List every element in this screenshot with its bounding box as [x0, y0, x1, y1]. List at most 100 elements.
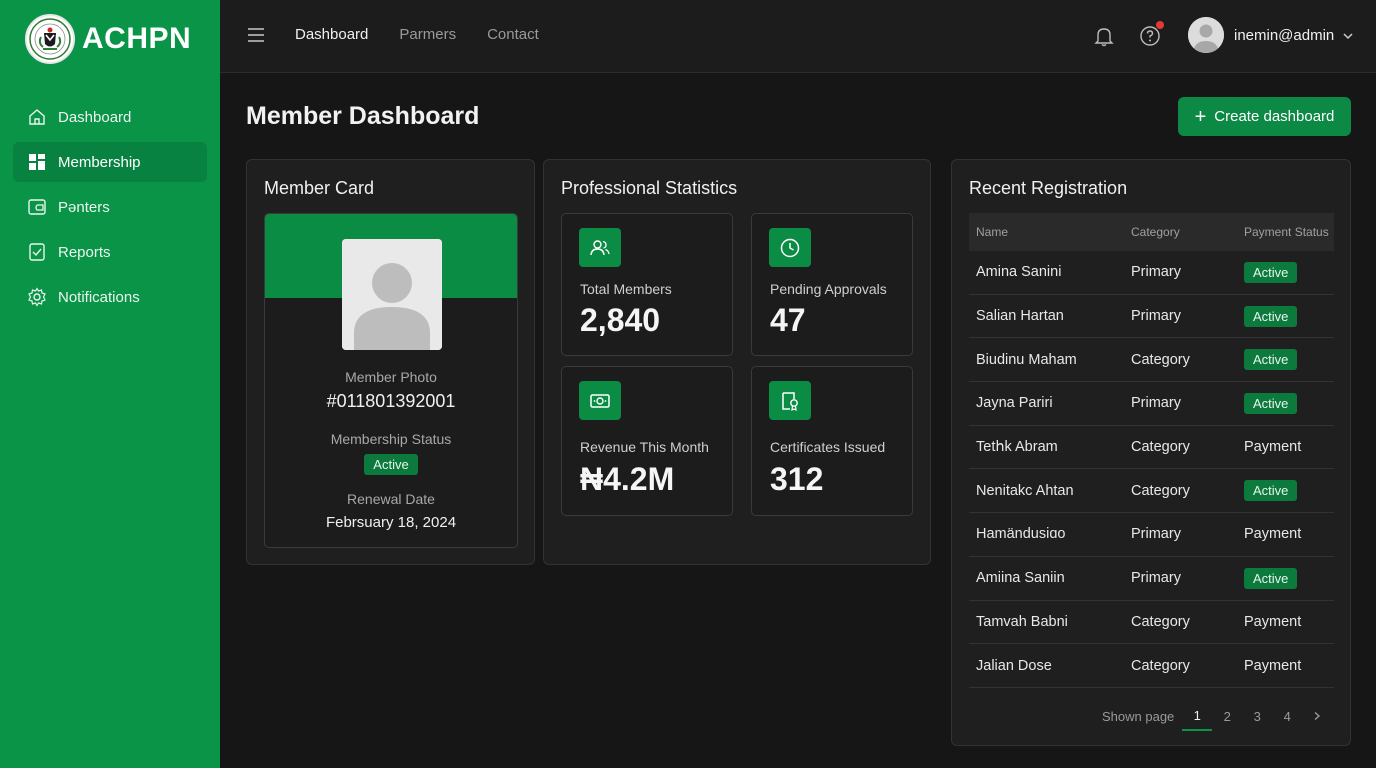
sidebar-item-label: Pənters: [58, 198, 110, 216]
table-row[interactable]: Jalian Dose Category Payment: [969, 644, 1334, 688]
statistics-title: Professional Statistics: [561, 178, 738, 198]
cell-name: Hamändusiɑo: [976, 526, 1066, 543]
menu-icon[interactable]: [246, 25, 266, 45]
column-header-name[interactable]: Name: [969, 225, 1124, 239]
cell-payment-status: Payment: [1237, 614, 1334, 630]
certificate-icon: [769, 381, 811, 420]
user-menu[interactable]: inemin@admin: [1188, 17, 1354, 53]
home-icon: [27, 107, 47, 127]
cell-name: Jayna Pariri: [976, 395, 1053, 412]
topbar: Dashboard Parmers Contact inemin@admin: [220, 0, 1376, 73]
stat-value: 2,840: [580, 302, 661, 338]
cell-payment-status: Payment: [1237, 439, 1334, 455]
seal-logo: [25, 14, 75, 64]
table-row[interactable]: Biudinu Maham Category Active: [969, 338, 1334, 383]
page-3-button[interactable]: 3: [1242, 709, 1272, 730]
member-id: #011801392001: [326, 391, 456, 411]
cell-category: Category: [1131, 613, 1190, 630]
status-badge: Active: [1244, 305, 1298, 327]
cell-payment-status: Active: [1237, 480, 1334, 502]
sidebar-item-penters[interactable]: Pənters: [13, 187, 207, 227]
sidebar-item-label: Membership: [58, 153, 141, 171]
brand[interactable]: ACHPN: [25, 14, 191, 64]
page-title: Member Dashboard: [246, 102, 480, 130]
create-dashboard-button[interactable]: + Create dashboard: [1178, 97, 1351, 136]
cell-category: Category: [1131, 657, 1190, 674]
cell-payment-status: Payment: [1237, 526, 1334, 542]
sidebar-item-membership[interactable]: Membership: [13, 142, 207, 182]
cell-category: Category: [1131, 482, 1190, 499]
help-icon[interactable]: [1138, 21, 1164, 48]
stat-value: 312: [770, 461, 824, 497]
sidebar-item-label: Dashboard: [58, 108, 132, 126]
plus-icon: +: [1194, 105, 1207, 128]
stat-card-total-members[interactable]: Total Members 2,840: [561, 213, 733, 356]
sidebar: ACHPN Dashboard Membership Pənters Repor…: [0, 0, 220, 768]
sidebar-nav: Dashboard Membership Pənters Reports Not…: [13, 97, 207, 322]
cell-category: Primary: [1131, 570, 1181, 587]
pagination: Shown page 1 2 3 4: [1102, 708, 1332, 731]
registrations-title: Recent Registration: [969, 178, 1128, 198]
table-row[interactable]: Salian Hartan Primary Active: [969, 295, 1334, 339]
page-4-button[interactable]: 4: [1272, 709, 1302, 730]
sidebar-item-notifications[interactable]: Notifications: [13, 277, 207, 317]
cell-name: Jalian Dose: [976, 657, 1052, 674]
notification-dot: [1156, 21, 1164, 29]
cell-name: Nenitakc Ahtan: [976, 482, 1074, 499]
top-nav: Dashboard Parmers Contact: [295, 26, 570, 43]
column-header-category[interactable]: Category: [1124, 225, 1237, 239]
table-row[interactable]: Nenitakc Ahtan Category Active: [969, 469, 1334, 514]
table-row[interactable]: Amiina Saniin Primary Active: [969, 557, 1334, 601]
table-row[interactable]: Tetհk Abram Category Payment: [969, 426, 1334, 470]
stat-card-certificates[interactable]: Certificates Issued 312: [751, 366, 913, 516]
sidebar-item-label: Reports: [58, 243, 111, 261]
member-photo[interactable]: [342, 239, 442, 350]
sidebar-item-label: Notifications: [58, 288, 140, 306]
user-name: inemin@admin: [1234, 26, 1335, 44]
status-badge-wrap: Active: [265, 454, 517, 475]
member-card-title: Member Card: [264, 178, 375, 198]
table-row[interactable]: Hamändusiɑo Primary Payment: [969, 513, 1334, 557]
bell-icon[interactable]: [1093, 25, 1115, 47]
member-card: Member Photo #011801392001 Membership St…: [264, 213, 518, 548]
cell-category: Primary: [1131, 308, 1181, 325]
cell-payment-status: Active: [1237, 305, 1334, 327]
stat-label: Revenue This Month: [580, 439, 709, 455]
renewal-label: Renewal Date: [347, 491, 435, 507]
stat-card-revenue[interactable]: Revenue This Month ₦4.2M: [561, 366, 733, 516]
top-nav-dashboard[interactable]: Dashboard: [295, 26, 368, 43]
stat-value: 47: [770, 302, 806, 338]
cell-payment-status: Active: [1237, 349, 1334, 371]
stat-card-pending-approvals[interactable]: Pending Approvals 47: [751, 213, 913, 356]
cell-category: Primary: [1131, 264, 1181, 281]
page-2-button[interactable]: 2: [1212, 709, 1242, 730]
page-1-button[interactable]: 1: [1182, 708, 1213, 731]
column-header-payment-status[interactable]: Payment Status: [1237, 225, 1334, 239]
table-row[interactable]: Amina Sanini Primary Active: [969, 251, 1334, 295]
member-card-panel: Member Card Member Photo #011801392001 M…: [246, 159, 535, 565]
status-badge: Active: [1244, 567, 1298, 589]
top-nav-contact[interactable]: Contact: [487, 26, 539, 43]
folder-icon: [27, 197, 47, 217]
chevron-right-icon[interactable]: [1302, 709, 1332, 730]
cell-name: Biudinu Maham: [976, 351, 1077, 368]
cell-name: Amina Sanini: [976, 264, 1062, 281]
users-icon: [579, 228, 621, 267]
status-text: Payment: [1244, 439, 1302, 456]
cell-payment-status: Payment: [1237, 658, 1334, 674]
top-nav-partners[interactable]: Parmers: [399, 26, 456, 43]
stat-label: Certificates Issued: [770, 439, 886, 455]
renewal-date: Febrsuary 18, 2024: [325, 514, 457, 531]
photo-label: Member Photo: [345, 369, 437, 385]
status-badge: Active: [1244, 392, 1298, 414]
status-text: Payment: [1244, 526, 1302, 543]
cell-name: Salian Hartan: [976, 308, 1064, 325]
sidebar-item-dashboard[interactable]: Dashboard: [13, 97, 207, 137]
sidebar-item-reports[interactable]: Reports: [13, 232, 207, 272]
cell-name: Tamvah Babni: [976, 613, 1068, 630]
table-row[interactable]: Tamvah Babni Category Payment: [969, 601, 1334, 645]
create-dashboard-label: Create dashboard: [1214, 108, 1335, 125]
table-row[interactable]: Jayna Pariri Primary Active: [969, 382, 1334, 426]
gear-icon: [27, 287, 47, 307]
status-text: Payment: [1244, 613, 1302, 630]
